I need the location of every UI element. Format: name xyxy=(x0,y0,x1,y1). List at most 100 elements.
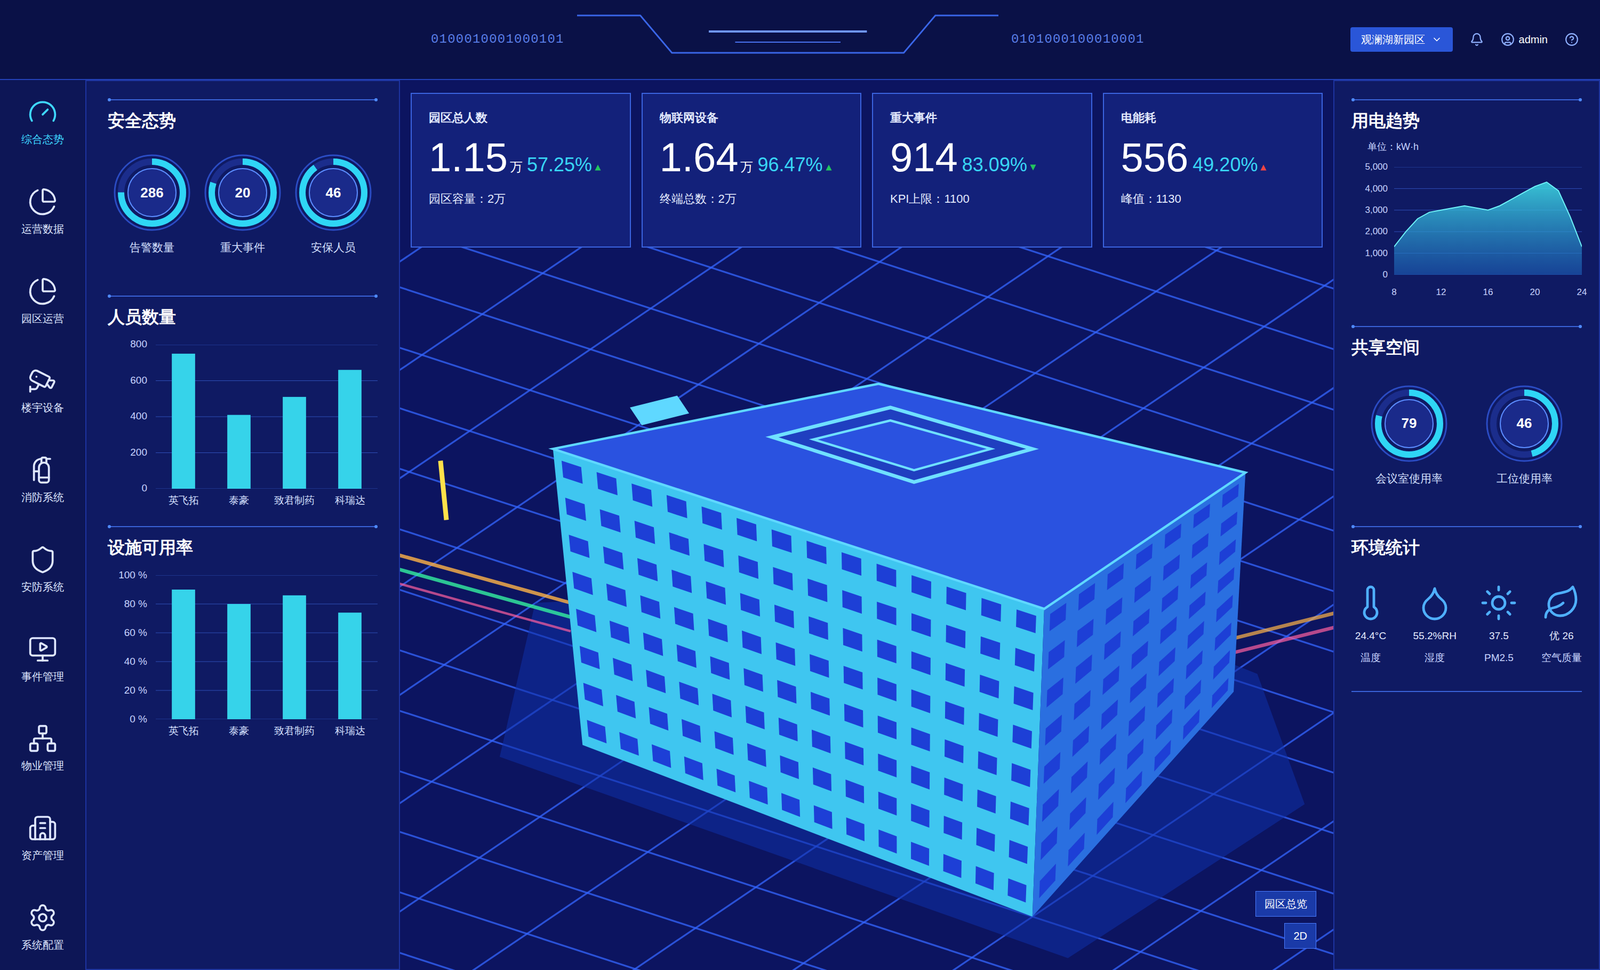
right-panel: 用电趋势单位：kW·h5,0004,0003,0002,0001,0000812… xyxy=(1333,80,1600,970)
top-bar: 0100010001000101 0101000100010001 观澜湖新园区 ad… xyxy=(0,0,1600,80)
environment-icon xyxy=(1479,583,1518,622)
bar xyxy=(227,414,251,488)
sidebar-item[interactable]: 物业管理 xyxy=(21,723,64,774)
section-title: 共享空间 xyxy=(1351,336,1582,358)
section-title: 人员数量 xyxy=(107,306,378,328)
scene-button[interactable]: 园区总览 xyxy=(1255,890,1317,917)
help-icon[interactable] xyxy=(1564,32,1579,47)
binary-decoration: 0101000100010001 xyxy=(1011,29,1145,50)
sidebar-item-icon xyxy=(27,544,58,575)
x-label: 英飞拓 xyxy=(155,492,212,509)
bell-icon[interactable] xyxy=(1469,32,1484,47)
ring-gauge: 20重大事件 xyxy=(202,152,283,256)
kpi-card: 重大事件91483.09%KPI上限：1100 xyxy=(872,92,1093,248)
kpi-unit: 万 xyxy=(509,157,523,177)
kpi-value: 556 xyxy=(1121,137,1189,178)
sidebar-item-icon xyxy=(27,812,58,843)
gauge-label: 工位使用率 xyxy=(1496,469,1553,487)
x-label: 致君制药 xyxy=(266,492,323,509)
ring-gauge: 79 会议室使用率 xyxy=(1369,383,1450,487)
kpi-value: 914 xyxy=(890,137,958,178)
sidebar-item[interactable]: 楼宇设备 xyxy=(21,365,64,416)
x-label: 英飞拓 xyxy=(155,723,212,739)
sidebar-item[interactable]: 安防系统 xyxy=(21,544,64,595)
power-section: 用电趋势单位：kW·h5,0004,0003,0002,0001,0000812… xyxy=(1351,98,1582,300)
kpi-title: 物联网设备 xyxy=(659,108,844,127)
ring-gauge: 46 工位使用率 xyxy=(1484,383,1565,487)
park-select[interactable]: 观澜湖新园区 xyxy=(1350,27,1453,52)
kpi-percent: 49.20% xyxy=(1192,150,1258,180)
kpi-card: 物联网设备 1.64万96.47% 终端总数：2万 xyxy=(641,92,862,248)
binary-decoration: 0100010001000101 xyxy=(430,29,565,50)
kpi-percent: 96.47% xyxy=(757,150,823,180)
environment-item: 55.2%RH湿度 xyxy=(1413,583,1457,666)
kpi-card: 园区总人数1.15万57.25%园区容量：2万 xyxy=(410,92,631,248)
kpi-value: 1.64 xyxy=(659,137,739,178)
environment-label: PM2.5 xyxy=(1484,650,1514,666)
sidebar-item[interactable]: 资产管理 xyxy=(21,812,64,863)
scene-button[interactable]: 2D xyxy=(1284,922,1317,949)
section-divider xyxy=(1351,324,1582,328)
sidebar-item-icon xyxy=(27,723,58,754)
sidebar-item[interactable]: 运营数据 xyxy=(21,186,64,237)
environment-value: 55.2%RH xyxy=(1413,628,1457,644)
section-header: 设施可用率 xyxy=(107,524,378,558)
gauge-value: 46 xyxy=(1484,383,1565,464)
sidebar-item-icon xyxy=(27,276,58,307)
bar xyxy=(282,396,307,488)
trend-up-icon xyxy=(594,163,602,172)
dashboard: 0100010001000101 0101000100010001 观澜湖新园区 ad… xyxy=(0,0,1600,970)
environment-value: 优 26 xyxy=(1549,628,1574,644)
sidebar-item[interactable]: 消防系统 xyxy=(21,454,64,506)
section-divider xyxy=(1351,690,1582,692)
people-bar-chart: 8006004002000英飞拓泰豪致君制药科瑞达 xyxy=(107,331,378,509)
trend-down-icon xyxy=(1029,163,1037,172)
gauge-label: 告警数量 xyxy=(129,238,175,256)
gauge-label: 重大事件 xyxy=(220,238,266,256)
chevron-down-icon xyxy=(1431,34,1443,45)
user-icon xyxy=(1500,32,1515,47)
trend-up-icon xyxy=(1259,163,1268,172)
kpi-title: 园区总人数 xyxy=(428,108,613,127)
sidebar-item[interactable]: 事件管理 xyxy=(21,634,64,685)
section-title: 设施可用率 xyxy=(107,536,378,558)
gauge-label: 会议室使用率 xyxy=(1375,469,1443,487)
section-title: 用电趋势 xyxy=(1351,109,1582,132)
ring-gauge: 46安保人员 xyxy=(293,152,374,256)
building-scene-icon[interactable] xyxy=(400,247,1334,970)
sidebar-item-icon xyxy=(27,454,58,485)
sidebar-item-icon xyxy=(27,97,58,127)
sidebar-item[interactable]: 园区运营 xyxy=(21,276,64,327)
bar xyxy=(282,595,307,719)
shared-space-section: 共享空间 79 会议室使用率 46 工位使用率 xyxy=(1351,324,1582,500)
sidebar-item[interactable]: 系统配置 xyxy=(21,902,64,953)
user-menu[interactable]: admin xyxy=(1500,31,1548,48)
gauge-value: 79 xyxy=(1369,383,1450,464)
environment-icon xyxy=(1542,583,1581,622)
section-header: 环境统计 xyxy=(1351,524,1582,558)
section-title: 安全态势 xyxy=(107,109,378,132)
kpi-card: 电能耗55649.20%峰值：1130 xyxy=(1102,92,1324,248)
section-header: 安全态势 xyxy=(107,98,378,132)
section-divider xyxy=(107,294,378,298)
header-frame-icon xyxy=(577,10,999,69)
power-chart: 单位：kW·h5,0004,0003,0002,0001,00008121620… xyxy=(1351,139,1582,300)
sidebar-item-icon xyxy=(27,186,58,217)
kpi-note: 终端总数：2万 xyxy=(659,189,844,208)
section-header: 共享空间 xyxy=(1351,324,1582,358)
sidebar-item-icon xyxy=(27,634,58,664)
gauge-value: 46 xyxy=(293,152,374,233)
area-plot xyxy=(1394,166,1582,275)
bar-plot xyxy=(155,574,378,719)
facility-section: 设施可用率100 %80 %60 %40 %20 %0 %英飞拓泰豪致君制药科瑞… xyxy=(107,524,378,739)
environment-item: 优 26空气质量 xyxy=(1541,583,1582,666)
x-label: 科瑞达 xyxy=(322,723,378,739)
sidebar-item[interactable]: 综合态势 xyxy=(21,97,64,148)
kpi-unit: 万 xyxy=(740,157,754,177)
section-divider xyxy=(1351,524,1582,528)
bar xyxy=(171,353,196,488)
bar xyxy=(171,589,196,719)
section-header: 用电趋势 xyxy=(1351,98,1582,132)
bar xyxy=(227,603,251,719)
kpi-note: KPI上限：1100 xyxy=(890,189,1075,208)
